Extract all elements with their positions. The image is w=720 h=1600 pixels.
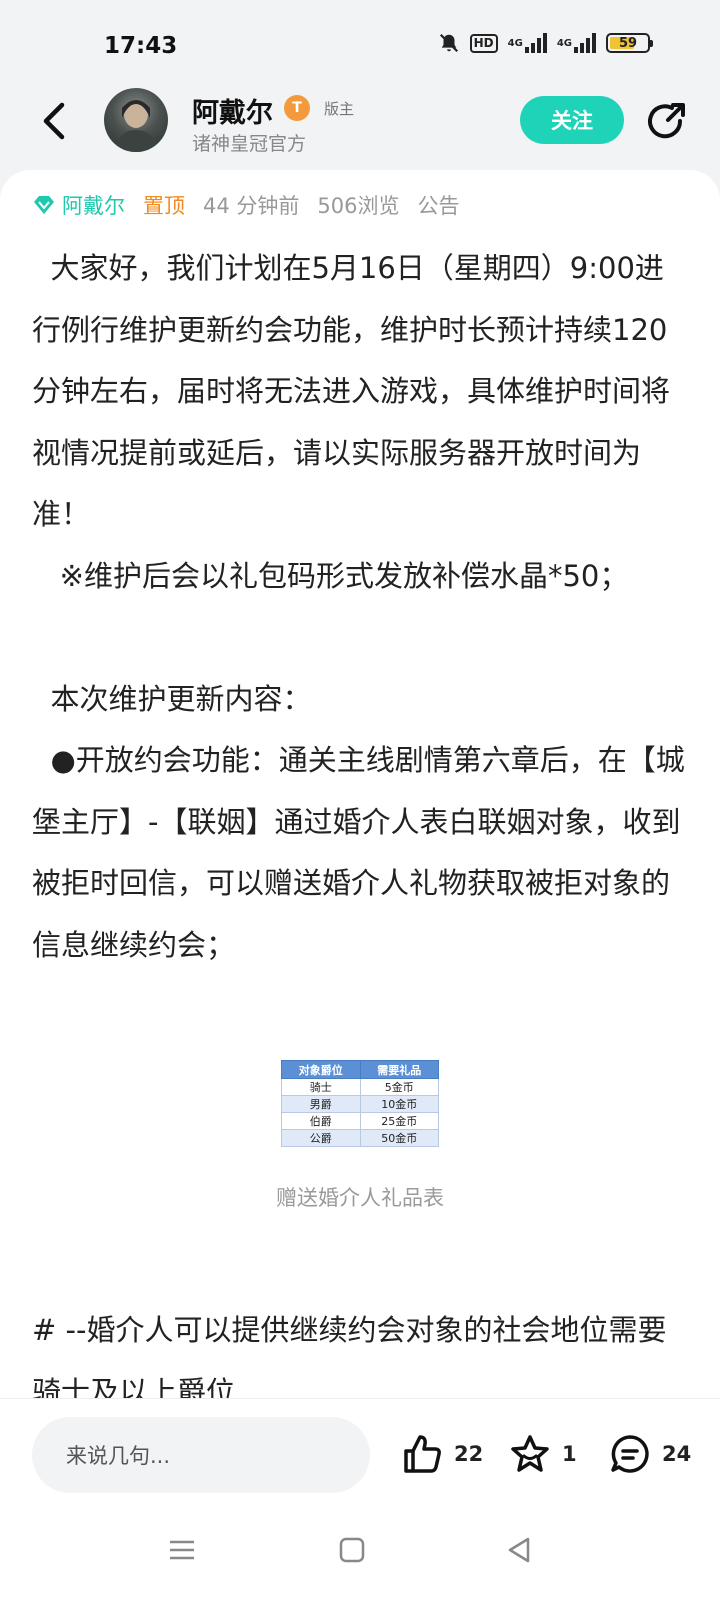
view-count: 506浏览 (317, 194, 400, 218)
post-content: 阿戴尔 置顶 44 分钟前 506浏览 公告 大家好，我们计划在5月16日（星期… (0, 170, 720, 1398)
paragraph: ●开放约会功能：通关主线剧情第六章后，在【城堡主厅】-【联姻】通过婚介人表白联姻… (32, 743, 685, 962)
table-row: 公爵 50金币 (281, 1129, 439, 1147)
thumbs-up-icon (404, 1435, 441, 1473)
paragraph: # --婚介人可以提供继续约会对象的社会地位需要骑士及以上爵位 (32, 1313, 667, 1398)
menu-icon (170, 1540, 194, 1560)
table-cell: 10金币 (359, 1095, 439, 1113)
paragraph: ※维护后会以礼包码形式发放补偿水晶*50； (32, 558, 629, 593)
like-count: 22 (454, 1442, 484, 1466)
chevron-left-icon (43, 102, 65, 140)
paragraph: 大家好，我们计划在5月16日（星期四）9:00进行例行维护更新约会功能，维护时长… (32, 251, 671, 531)
mute-bell-icon (438, 32, 460, 54)
table-cell: 公爵 (281, 1129, 361, 1147)
system-nav-bar (0, 1498, 720, 1600)
comment-button[interactable]: 24 (608, 1421, 691, 1487)
star-icon (511, 1435, 549, 1472)
paragraph: 本次维护更新内容： (32, 681, 312, 716)
square-icon (339, 1537, 365, 1563)
table-cell: 50金币 (359, 1129, 439, 1147)
meta-author[interactable]: 阿戴尔 (62, 190, 125, 220)
status-bar: 17:43 HD 4G 4G 59 (0, 0, 720, 90)
table-row: 伯爵 25金币 (281, 1112, 439, 1130)
post-body-continued: # --婚介人可以提供继续约会对象的社会地位需要骑士及以上爵位 (32, 1300, 692, 1398)
comment-count: 24 (662, 1442, 692, 1466)
author-subtitle: 诸神皇冠官方 (192, 133, 307, 155)
table-cell: 骑士 (281, 1078, 361, 1096)
table-row: 男爵 10金币 (281, 1095, 439, 1113)
gift-table[interactable]: 对象爵位 需要礼品 骑士 5金币 男爵 10金币 伯爵 25金币 公爵 50金币 (281, 1060, 439, 1147)
like-button[interactable]: 22 (400, 1421, 483, 1487)
table-header: 需要礼品 (359, 1060, 439, 1079)
follow-button[interactable]: 关注 (520, 96, 624, 144)
level-badge: T (284, 95, 310, 121)
battery-icon: 59 (606, 33, 653, 53)
table-header: 对象爵位 (281, 1060, 361, 1079)
signal-icon: 4G (508, 33, 547, 53)
battery-text: 59 (618, 35, 638, 51)
comment-bubble-icon (611, 1435, 649, 1473)
role-tag: 版主 (324, 100, 355, 118)
post-category: 公告 (417, 194, 460, 218)
table-row: 骑士 5金币 (281, 1078, 439, 1096)
bottom-action-bar: 来说几句... 22 1 24 (0, 1398, 720, 1498)
triangle-back-icon (508, 1537, 530, 1563)
share-button[interactable] (646, 100, 688, 142)
post-meta: 阿戴尔 置顶 44 分钟前 506浏览 公告 (32, 190, 478, 220)
table-cell: 男爵 (281, 1095, 361, 1113)
hd-voice-icon: HD (469, 33, 498, 53)
diamond-icon (34, 196, 54, 214)
paragraph (32, 607, 692, 669)
comment-input[interactable]: 来说几句... (32, 1417, 370, 1493)
pinned-tag: 置顶 (143, 194, 185, 218)
back-button[interactable] (34, 98, 74, 144)
status-icons: HD 4G 4G 59 (438, 32, 653, 54)
menu-nav-button[interactable] (166, 1534, 198, 1566)
table-cell: 25金币 (359, 1112, 439, 1130)
favorite-button[interactable]: 1 (508, 1421, 577, 1487)
back-nav-button[interactable] (504, 1534, 536, 1566)
author-avatar[interactable] (104, 88, 168, 152)
table-cell: 伯爵 (281, 1112, 361, 1130)
signal-icon-2: 4G (557, 33, 596, 53)
post-header: 阿戴尔 T 版主 诸神皇冠官方 关注 (0, 80, 720, 170)
home-nav-button[interactable] (336, 1534, 368, 1566)
post-time: 44 分钟前 (203, 194, 300, 218)
table-caption: 赠送婚介人礼品表 (276, 1186, 444, 1210)
post-body: 大家好，我们计划在5月16日（星期四）9:00进行例行维护更新约会功能，维护时长… (32, 238, 692, 976)
author-name[interactable]: 阿戴尔 (192, 91, 273, 130)
status-time: 17:43 (104, 33, 178, 59)
table-cell: 5金币 (359, 1078, 439, 1096)
favorite-count: 1 (562, 1442, 577, 1466)
share-icon (648, 103, 685, 139)
